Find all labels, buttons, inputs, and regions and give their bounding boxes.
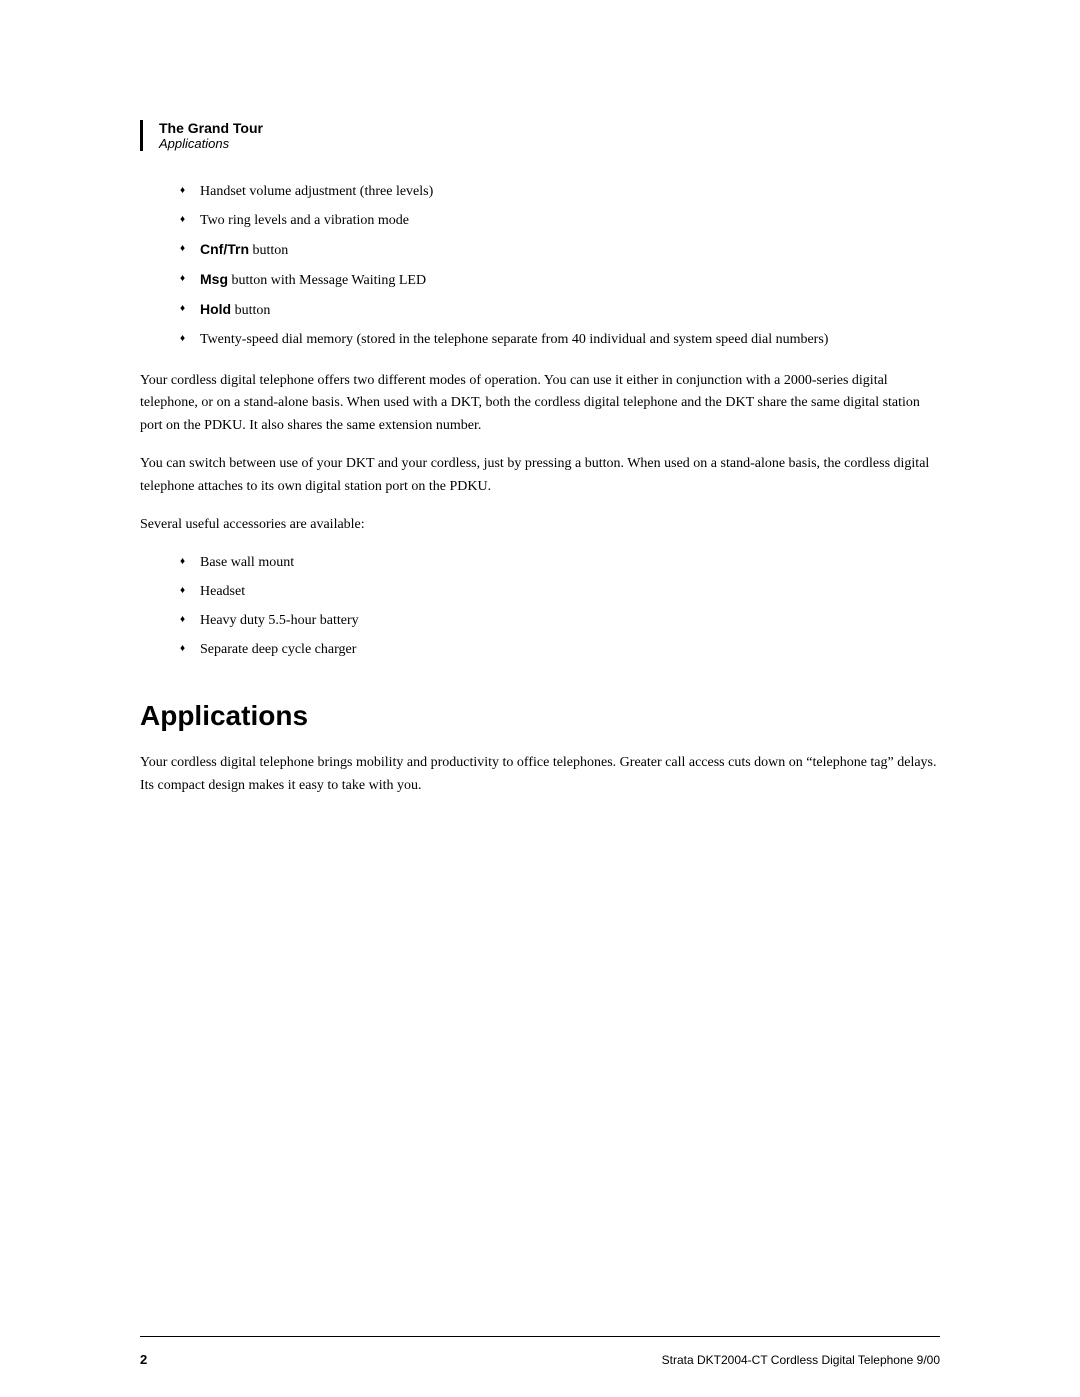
- paragraph-2: You can switch between use of your DKT a…: [140, 453, 940, 498]
- list-item: Twenty-speed dial memory (stored in the …: [180, 329, 940, 350]
- list-item-text: Heavy duty 5.5-hour battery: [200, 613, 359, 628]
- paragraph-3: Several useful accessories are available…: [140, 514, 940, 536]
- page-number: 2: [140, 1352, 147, 1367]
- list-item: Heavy duty 5.5-hour battery: [180, 610, 940, 631]
- list-item-text: Separate deep cycle charger: [200, 642, 356, 657]
- list-item: Two ring levels and a vibration mode: [180, 210, 940, 231]
- paragraph-1: Your cordless digital telephone offers t…: [140, 370, 940, 437]
- page: The Grand Tour Applications Handset volu…: [0, 0, 1080, 1397]
- header-title: The Grand Tour: [159, 120, 940, 136]
- header-section: The Grand Tour Applications: [140, 120, 940, 151]
- header-subtitle: Applications: [159, 136, 940, 151]
- list-item: Msg button with Message Waiting LED: [180, 269, 940, 291]
- footer: 2 Strata DKT2004-CT Cordless Digital Tel…: [140, 1352, 940, 1367]
- doc-title: Strata DKT2004-CT Cordless Digital Telep…: [662, 1353, 940, 1367]
- footer-line: [140, 1336, 940, 1337]
- list-item-text: Headset: [200, 584, 245, 599]
- list-item: Headset: [180, 581, 940, 602]
- section-title: Applications: [140, 700, 940, 732]
- list-item-text: button: [231, 303, 270, 318]
- list-item-text: Handset volume adjustment (three levels): [200, 184, 433, 199]
- list-item-text: Base wall mount: [200, 555, 294, 570]
- list-item: Cnf/Trn button: [180, 239, 940, 261]
- list-item-text: Twenty-speed dial memory (stored in the …: [200, 332, 828, 347]
- bold-term: Cnf/Trn: [200, 241, 249, 257]
- bold-term: Msg: [200, 271, 228, 287]
- list-item-text: button: [249, 243, 288, 258]
- list-item: Separate deep cycle charger: [180, 639, 940, 660]
- paragraph-4: Your cordless digital telephone brings m…: [140, 752, 940, 797]
- list-item: Hold button: [180, 299, 940, 321]
- accessories-list: Base wall mount Headset Heavy duty 5.5-h…: [180, 552, 940, 660]
- list-item: Base wall mount: [180, 552, 940, 573]
- list-item-text: button with Message Waiting LED: [228, 273, 426, 288]
- list-item: Handset volume adjustment (three levels): [180, 181, 940, 202]
- features-list: Handset volume adjustment (three levels)…: [180, 181, 940, 350]
- list-item-text: Two ring levels and a vibration mode: [200, 213, 409, 228]
- bold-term: Hold: [200, 301, 231, 317]
